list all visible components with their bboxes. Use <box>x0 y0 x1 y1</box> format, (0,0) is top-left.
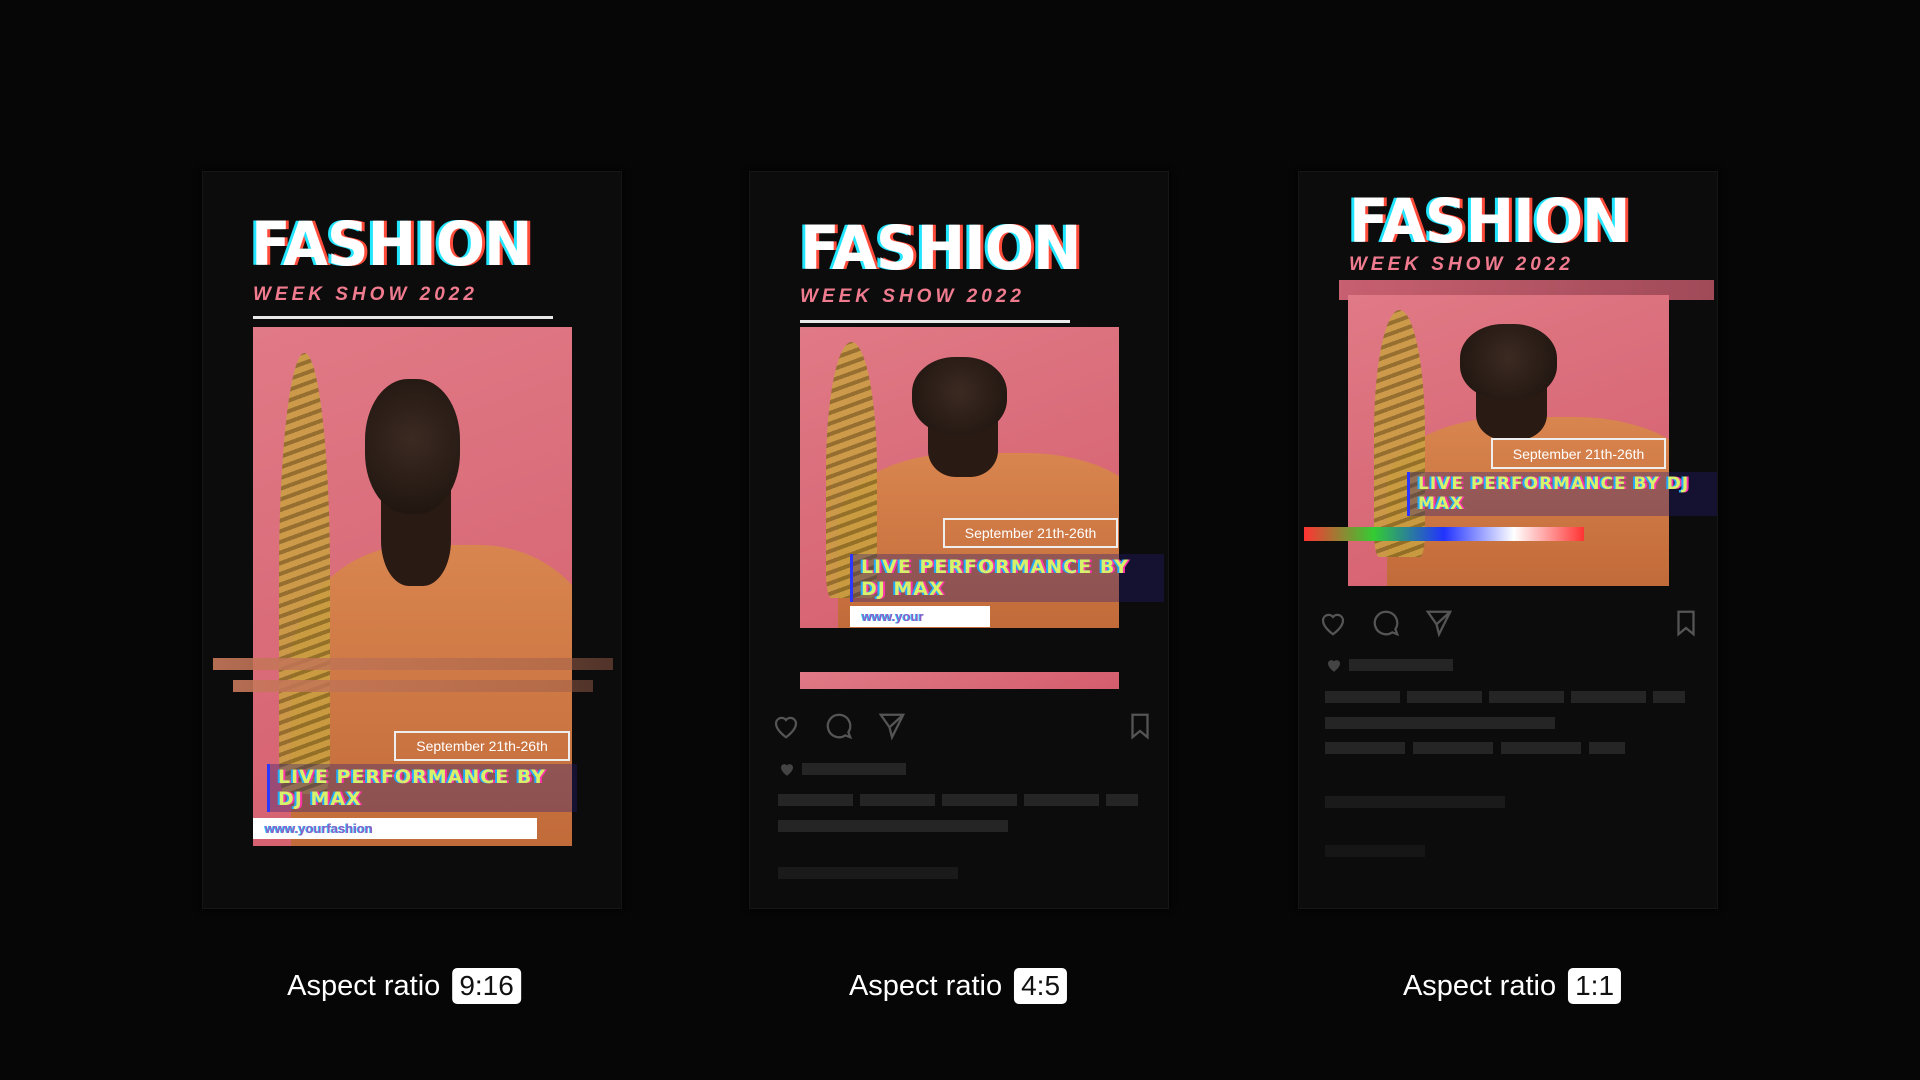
date-box: September 21th-26th <box>943 518 1118 548</box>
bookmark-icon[interactable] <box>1671 608 1701 638</box>
week-show-subtitle: WEEK SHOW 2022 <box>253 284 478 305</box>
placeholder-bar <box>1325 742 1625 754</box>
share-icon[interactable] <box>877 711 907 741</box>
date-box: September 21th-26th <box>1491 438 1666 469</box>
divider <box>800 320 1070 323</box>
placeholder-bar <box>1325 796 1505 808</box>
placeholder-bar <box>1325 691 1685 703</box>
placeholder-bar <box>1325 717 1555 729</box>
fashion-title: FASHION <box>1349 185 1631 257</box>
website-url[interactable]: www.yourfashion <box>253 818 537 839</box>
placeholder-bar <box>778 867 958 879</box>
post-card-4-5: FASHION WEEK SHOW 2022 September 21th-26… <box>749 171 1169 909</box>
heart-icon[interactable] <box>771 711 801 741</box>
divider <box>253 316 553 319</box>
placeholder-bar <box>778 794 1138 806</box>
placeholder-bar <box>802 763 906 775</box>
aspect-label-text: Aspect ratio <box>1402 969 1557 1002</box>
week-show-subtitle: WEEK SHOW 2022 <box>800 286 1025 307</box>
story-card-9-16: FASHION WEEK SHOW 2022 September 21th-26… <box>202 171 622 909</box>
aspect-label-9-16: Aspect ratio 9:16 <box>287 968 521 1004</box>
aspect-label-text: Aspect ratio <box>848 969 1003 1002</box>
share-icon[interactable] <box>1424 608 1454 638</box>
aspect-badge: 9:16 <box>452 968 521 1004</box>
live-performance-text: LIVE PERFORMANCE BY DJ MAX <box>1407 472 1717 516</box>
comment-icon[interactable] <box>1371 608 1401 638</box>
glitch-strip <box>233 680 593 692</box>
likes-heart-icon <box>1325 656 1343 674</box>
placeholder-bar <box>1349 659 1453 671</box>
glitch-strip <box>213 658 613 670</box>
fashion-title: FASHION <box>251 208 533 280</box>
aspect-badge: 1:1 <box>1568 968 1622 1004</box>
aspect-label-text: Aspect ratio <box>287 969 441 1002</box>
fashion-title: FASHION <box>800 212 1082 284</box>
post-card-1-1: FASHION WEEK SHOW 2022 September 21th-26… <box>1298 171 1718 909</box>
website-url[interactable]: www.your <box>850 606 990 627</box>
likes-heart-icon <box>778 760 796 778</box>
placeholder-bar <box>778 820 1008 832</box>
date-box: September 21th-26th <box>394 731 570 761</box>
bookmark-icon[interactable] <box>1125 711 1155 741</box>
live-performance-text: LIVE PERFORMANCE BY DJ MAX <box>267 764 577 812</box>
heart-icon[interactable] <box>1318 608 1348 638</box>
week-show-subtitle: WEEK SHOW 2022 <box>1349 254 1574 275</box>
glitch-strip <box>1304 527 1584 541</box>
photo-strip <box>800 672 1119 689</box>
comment-icon[interactable] <box>824 711 854 741</box>
placeholder-bar <box>1325 845 1425 857</box>
aspect-label-1-1: Aspect ratio 1:1 <box>1402 968 1622 1004</box>
live-performance-text: LIVE PERFORMANCE BY DJ MAX <box>850 554 1164 602</box>
aspect-label-4-5: Aspect ratio 4:5 <box>848 968 1068 1004</box>
aspect-badge: 4:5 <box>1014 968 1068 1004</box>
